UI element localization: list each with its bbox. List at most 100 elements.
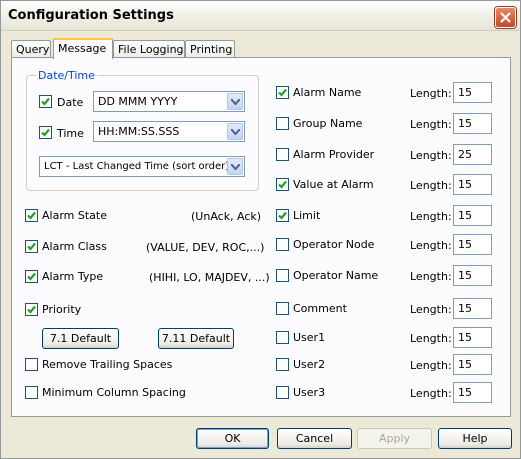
- default-711-label: 7.11 Default: [161, 332, 231, 345]
- checkmark-icon: [27, 211, 36, 220]
- checkmark-icon: [27, 272, 36, 281]
- alarm-name-label: Alarm Name: [293, 86, 362, 99]
- min-column-spacing-label: Minimum Column Spacing: [42, 386, 186, 399]
- chevron-down-icon: [231, 99, 240, 105]
- default-71-button[interactable]: 7.1 Default: [42, 328, 119, 349]
- checkmark-icon: [27, 305, 36, 314]
- alarm-state-hint: (UnAck, Ack): [191, 210, 262, 223]
- alarm-type-hint: (HIHI, LO, MAJDEV, ...): [149, 271, 270, 284]
- date-format-dropdown[interactable]: [227, 93, 243, 110]
- close-icon: [500, 12, 511, 23]
- time-sort-select[interactable]: LCT - Last Changed Time (sort order): [39, 156, 245, 177]
- operator-node-length-input[interactable]: 15: [453, 234, 492, 255]
- group-name-length-input[interactable]: 15: [453, 113, 492, 134]
- date-checkbox[interactable]: [39, 95, 52, 108]
- alarm-class-hint: (VALUE, DEV, ROC,...): [146, 241, 265, 254]
- operator-name-checkbox[interactable]: [276, 269, 289, 282]
- checkmark-icon: [41, 128, 50, 137]
- apply-button[interactable]: Apply: [357, 428, 432, 449]
- help-button[interactable]: Help: [438, 428, 512, 449]
- alarm-name-checkbox[interactable]: [276, 86, 289, 99]
- priority-checkbox[interactable]: [25, 303, 38, 316]
- operator-name-length-input[interactable]: 15: [453, 265, 492, 286]
- group-name-length-label: Length:: [410, 118, 452, 131]
- remove-trailing-spaces-checkbox[interactable]: [25, 358, 38, 371]
- time-format-dropdown[interactable]: [227, 123, 243, 140]
- window-title: Configuration Settings: [8, 8, 174, 23]
- limit-checkbox[interactable]: [276, 209, 289, 222]
- operator-node-label: Operator Node: [293, 238, 375, 251]
- chevron-down-icon: [231, 164, 240, 170]
- min-column-spacing-checkbox[interactable]: [25, 386, 38, 399]
- checkmark-icon: [278, 211, 287, 220]
- group-name-checkbox[interactable]: [276, 117, 289, 130]
- time-format-select[interactable]: HH:MM:SS.SSS: [93, 121, 245, 142]
- limit-label: Limit: [293, 209, 321, 222]
- user3-checkbox[interactable]: [276, 386, 289, 399]
- default-711-button[interactable]: 7.11 Default: [158, 328, 234, 349]
- user2-length-value: 15: [458, 358, 472, 371]
- alarm-name-length-input[interactable]: 15: [453, 82, 492, 103]
- alarm-class-label: Alarm Class: [42, 240, 107, 253]
- user1-length-label: Length:: [410, 332, 452, 345]
- date-format-select[interactable]: DD MMM YYYY: [93, 91, 245, 112]
- ok-button[interactable]: OK: [196, 428, 269, 449]
- alarm-provider-length-label: Length:: [410, 149, 452, 162]
- alarm-type-label: Alarm Type: [42, 270, 104, 283]
- date-label: Date: [57, 96, 84, 109]
- time-checkbox[interactable]: [39, 126, 52, 139]
- value-at-alarm-checkbox[interactable]: [276, 178, 289, 191]
- tab-label: Message: [58, 42, 107, 55]
- user3-length-value: 15: [458, 386, 472, 399]
- alarm-provider-length-value: 25: [458, 148, 472, 161]
- title-bar: Configuration Settings: [1, 1, 520, 31]
- checkmark-icon: [278, 180, 287, 189]
- comment-length-input[interactable]: 15: [453, 298, 492, 319]
- alarm-state-checkbox[interactable]: [25, 209, 38, 222]
- chevron-down-icon: [231, 129, 240, 135]
- tab-printing[interactable]: Printing: [185, 40, 235, 58]
- time-format-value: HH:MM:SS.SSS: [98, 125, 180, 138]
- cancel-label: Cancel: [295, 432, 334, 445]
- user3-length-input[interactable]: 15: [453, 382, 492, 403]
- checkmark-icon: [27, 242, 36, 251]
- time-label: Time: [57, 127, 84, 140]
- alarm-state-label: Alarm State: [42, 209, 107, 222]
- user3-label: User3: [293, 386, 326, 399]
- configuration-dialog: Configuration Settings Query Message Fil…: [0, 0, 521, 459]
- tab-label: Printing: [190, 43, 233, 56]
- cancel-button[interactable]: Cancel: [277, 428, 352, 449]
- time-sort-dropdown[interactable]: [227, 158, 243, 175]
- value-at-alarm-length-input[interactable]: 15: [453, 174, 492, 195]
- alarm-name-length-label: Length:: [410, 87, 452, 100]
- close-button[interactable]: [495, 7, 516, 28]
- tab-file-logging[interactable]: File Logging: [113, 40, 185, 58]
- tab-label: File Logging: [118, 43, 184, 56]
- user2-checkbox[interactable]: [276, 358, 289, 371]
- alarm-class-checkbox[interactable]: [25, 240, 38, 253]
- alarm-provider-length-input[interactable]: 25: [453, 144, 492, 165]
- tab-query[interactable]: Query: [11, 40, 51, 58]
- user2-length-input[interactable]: 15: [453, 354, 492, 375]
- alarm-type-checkbox[interactable]: [25, 270, 38, 283]
- alarm-provider-label: Alarm Provider: [293, 148, 375, 161]
- operator-name-length-label: Length:: [410, 270, 452, 283]
- datetime-group-label: Date/Time: [36, 69, 97, 82]
- priority-label: Priority: [42, 303, 82, 316]
- help-label: Help: [462, 432, 488, 445]
- operator-node-checkbox[interactable]: [276, 238, 289, 251]
- user1-checkbox[interactable]: [276, 331, 289, 344]
- value-at-alarm-length-value: 15: [458, 178, 472, 191]
- limit-length-value: 15: [458, 209, 472, 222]
- operator-name-length-value: 15: [458, 269, 472, 282]
- alarm-name-length-value: 15: [458, 86, 472, 99]
- tab-label: Query: [16, 43, 50, 56]
- alarm-provider-checkbox[interactable]: [276, 148, 289, 161]
- limit-length-input[interactable]: 15: [453, 205, 492, 226]
- user3-length-label: Length:: [410, 387, 452, 400]
- user1-length-input[interactable]: 15: [453, 327, 492, 348]
- value-at-alarm-label: Value at Alarm: [293, 178, 374, 191]
- operator-node-length-value: 15: [458, 238, 472, 251]
- comment-checkbox[interactable]: [276, 302, 289, 315]
- tab-message[interactable]: Message: [53, 38, 113, 59]
